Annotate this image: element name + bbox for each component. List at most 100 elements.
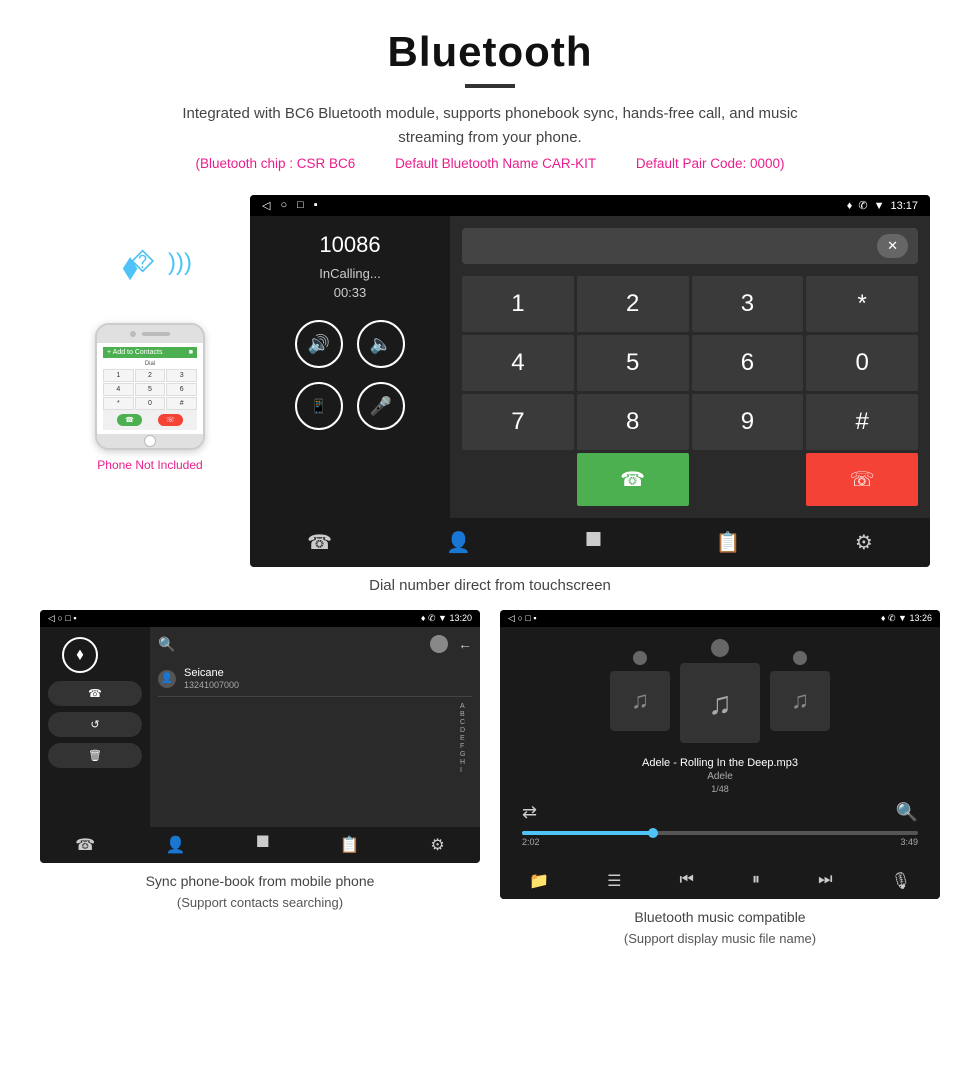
pb-call-button[interactable]: ☎ <box>48 681 142 706</box>
dial-key-2[interactable]: 2 <box>577 276 689 332</box>
phone-key-1[interactable]: 1 <box>103 369 134 382</box>
nav-home-icon: ○ <box>280 199 287 212</box>
album-cover-left: ♫ <box>610 671 670 731</box>
transfer-button[interactable]: 📱 <box>295 382 343 430</box>
progress-fill <box>522 831 653 835</box>
pb-recent-icon[interactable]: 📋 <box>340 835 360 855</box>
music-screen: ◁ ○ □ ▪ ♦ ✆ ▼ 13:26 ♫ <box>500 610 940 899</box>
music-nav-dot: ▪ <box>533 613 536 623</box>
music-nav-recent: □ <box>525 613 530 623</box>
volume-up-button[interactable]: 🔊 <box>295 320 343 368</box>
music-next-icon[interactable]: ⏭ <box>818 871 832 891</box>
album-dot-left <box>633 651 647 665</box>
phone-key-5[interactable]: 5 <box>135 383 166 396</box>
music-play-icon[interactable]: ⏸ <box>752 871 760 891</box>
pb-delete-button[interactable]: 🗑 <box>48 743 142 768</box>
phone-key-7[interactable]: * <box>103 397 134 410</box>
phone-signal-icon: ■ <box>189 349 193 356</box>
pb-dialpad-icon[interactable]: ⯀ <box>256 835 269 855</box>
dialpad-area: ✕ 1 2 3 * 4 5 6 0 7 8 9 # ☎ <box>450 216 930 518</box>
phone-keypad: 1 2 3 4 5 6 * 0 # <box>103 369 197 410</box>
dial-key-star[interactable]: * <box>806 276 918 332</box>
contacts-tab-icon[interactable]: 👤 <box>446 530 471 555</box>
pb-sync-button[interactable]: ↺ <box>48 712 142 737</box>
bluetooth-icon-area: ⬧ ⯑ ))) <box>100 235 200 315</box>
dial-key-3[interactable]: 3 <box>692 276 804 332</box>
pb-main-area: 🔍 ← 👤 Seicane 13241007000 <box>150 627 480 827</box>
search-icon[interactable]: 🔍 <box>896 802 918 823</box>
phone-home-button[interactable] <box>144 435 156 447</box>
phone-key-4[interactable]: 4 <box>103 383 134 396</box>
dial-key-9[interactable]: 9 <box>692 394 804 450</box>
phone-column: ⬧ ⯑ ))) + Add to Contacts ■ Dial 1 2 3 4 <box>50 195 250 472</box>
music-status-right: ♦ ✆ ▼ 13:26 <box>881 613 932 624</box>
dial-key-1[interactable]: 1 <box>462 276 574 332</box>
phonebook-caption: Sync phone-book from mobile phone (Suppo… <box>146 871 375 913</box>
phone-dial-label: Dial <box>103 361 197 367</box>
music-track-count: 1/48 <box>711 784 729 794</box>
bottom-row: ◁ ○ □ ▪ ♦ ✆ ▼ 13:20 ⬧ ☎ ↺ 🗑 <box>0 610 980 949</box>
music-folder-icon[interactable]: 📁 <box>529 871 549 891</box>
music-status-left: ◁ ○ □ ▪ <box>508 613 537 624</box>
backspace-button[interactable]: ✕ <box>877 234 908 258</box>
album-cover-center: ♫ <box>680 663 760 743</box>
caption2-line2: (Support contacts searching) <box>177 895 343 910</box>
progress-handle[interactable] <box>648 828 658 838</box>
phone-tab-icon[interactable]: ☎ <box>307 530 332 555</box>
phone-key-8[interactable]: 0 <box>135 397 166 410</box>
call-icon: ✆ <box>858 199 867 212</box>
end-call-button[interactable]: ☏ <box>806 453 918 506</box>
music-list-icon[interactable]: ☰ <box>607 871 621 891</box>
pb-contact-row[interactable]: 👤 Seicane 13241007000 <box>158 661 472 697</box>
music-prev-icon[interactable]: ⏮ <box>680 871 694 891</box>
dial-key-6[interactable]: 6 <box>692 335 804 391</box>
dial-key-0[interactable]: 0 <box>806 335 918 391</box>
shuffle-icon[interactable]: ⇄ <box>522 802 537 823</box>
nav-back-icon: ◁ <box>262 199 270 212</box>
phone-call-buttons: ☎ ☏ <box>103 410 197 430</box>
phonebook-item: ◁ ○ □ ▪ ♦ ✆ ▼ 13:20 ⬧ ☎ ↺ 🗑 <box>40 610 480 949</box>
pb-content: ⬧ ☎ ↺ 🗑 🔍 ← 👤 Seicane <box>40 627 480 827</box>
phone-add-contact: + Add to Contacts <box>107 349 162 356</box>
dial-key-7[interactable]: 7 <box>462 394 574 450</box>
pb-contact-avatar: 👤 <box>158 670 176 688</box>
dial-key-hash[interactable]: # <box>806 394 918 450</box>
music-album-left: ♫ <box>610 651 670 731</box>
page-header: Bluetooth Integrated with BC6 Bluetooth … <box>0 0 980 195</box>
pb-status-right: ♦ ✆ ▼ 13:20 <box>421 613 472 624</box>
phone-end-button[interactable]: ☏ <box>158 414 183 426</box>
pb-contacts-icon[interactable]: 👤 <box>166 835 186 855</box>
nav-dots-icon: ▪ <box>314 199 318 212</box>
dial-key-8[interactable]: 8 <box>577 394 689 450</box>
phone-call-button[interactable]: ☎ <box>117 414 142 426</box>
mute-button[interactable]: 🎤 <box>357 382 405 430</box>
pb-phone-icon[interactable]: ☎ <box>75 835 95 855</box>
settings-tab-icon[interactable]: ⚙ <box>855 530 873 555</box>
dialpad-tab-icon[interactable]: ⯀ <box>585 530 601 555</box>
recent-tab-icon[interactable]: 📋 <box>716 530 741 555</box>
pb-scrub-handle[interactable] <box>430 635 448 653</box>
dialpad-grid: 1 2 3 * 4 5 6 0 7 8 9 # ☎ ☏ <box>462 276 918 506</box>
dial-key-5[interactable]: 5 <box>577 335 689 391</box>
android-status-bar: ◁ ○ □ ▪ ♦ ✆ ▼ 13:17 <box>250 195 930 216</box>
volume-down-button[interactable]: 🔈 <box>357 320 405 368</box>
answer-call-button[interactable]: ☎ <box>577 453 689 506</box>
header-specs: (Bluetooth chip : CSR BC6 Default Blueto… <box>40 156 940 171</box>
caption3-line1: Bluetooth music compatible <box>634 909 805 925</box>
phone-key-6[interactable]: 6 <box>166 383 197 396</box>
dial-key-4[interactable]: 4 <box>462 335 574 391</box>
header-description: Integrated with BC6 Bluetooth module, su… <box>180 102 800 150</box>
album-dot-center <box>711 639 729 657</box>
phone-key-3[interactable]: 3 <box>166 369 197 382</box>
phone-mockup: + Add to Contacts ■ Dial 1 2 3 4 5 6 * 0… <box>95 323 205 450</box>
music-eq-icon[interactable]: 🎙 <box>891 871 911 891</box>
pb-settings-icon[interactable]: ⚙ <box>430 835 444 855</box>
caption2-line1: Sync phone-book from mobile phone <box>146 873 375 889</box>
progress-track <box>522 831 918 835</box>
phone-header-bar: + Add to Contacts ■ <box>103 347 197 358</box>
phone-key-2[interactable]: 2 <box>135 369 166 382</box>
phone-key-9[interactable]: # <box>166 397 197 410</box>
call-timer: 00:33 <box>334 285 367 300</box>
album-cover-right: ♫ <box>770 671 830 731</box>
phone-not-included-label: Phone Not Included <box>97 458 202 472</box>
